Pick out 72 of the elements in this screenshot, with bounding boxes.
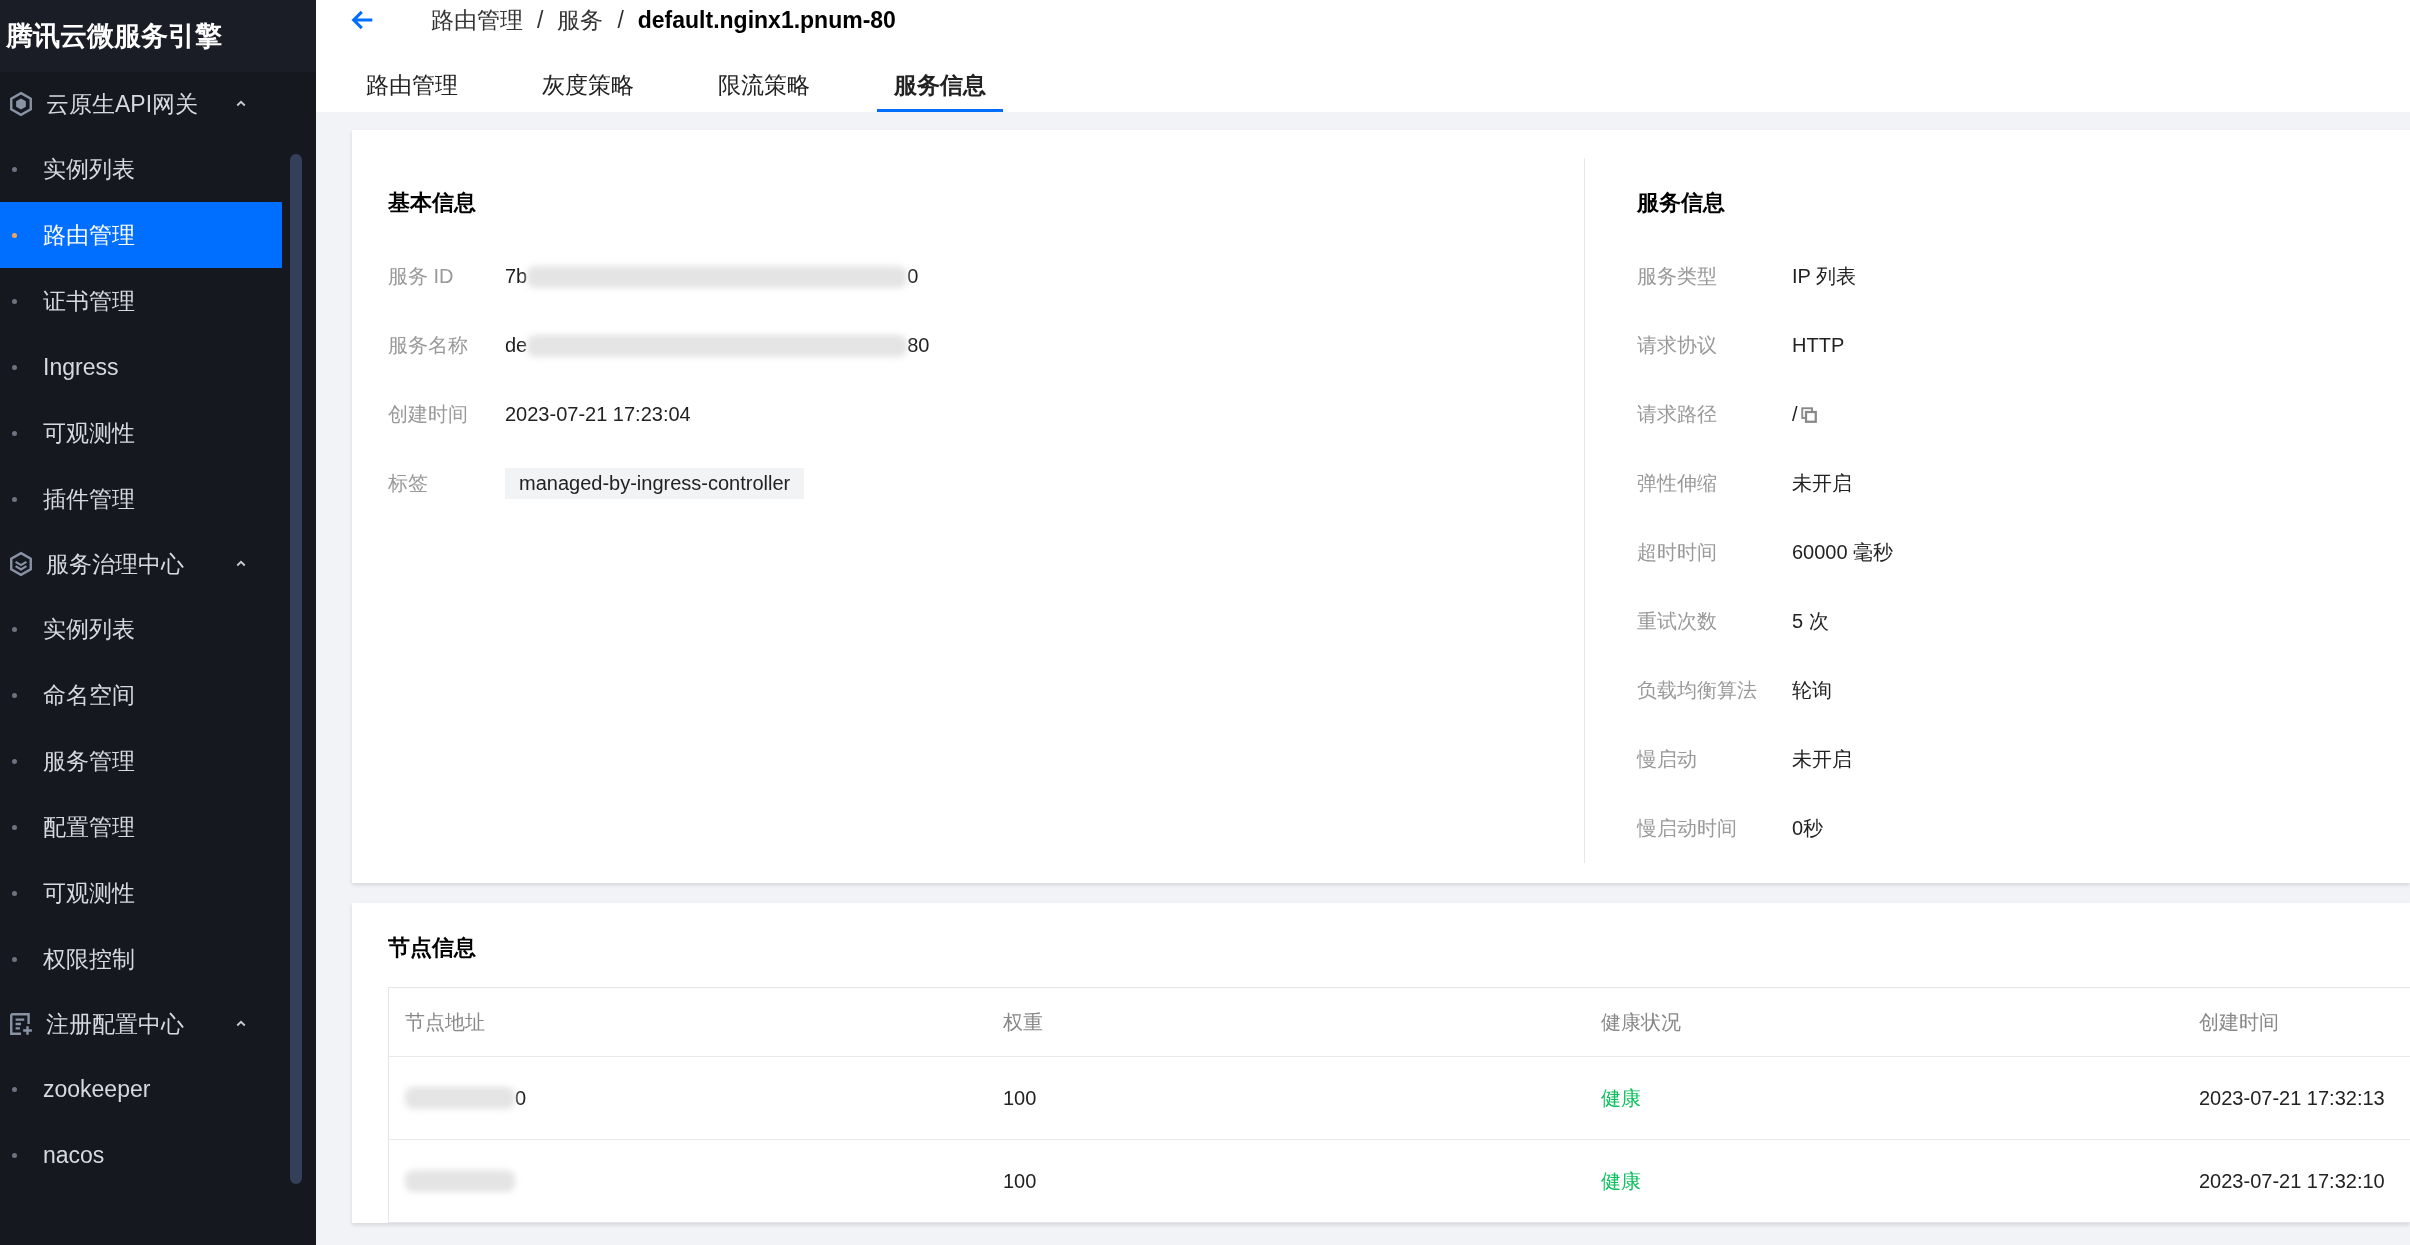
field-value: 未开启: [1792, 471, 1852, 496]
hexagon-icon: [8, 91, 34, 117]
menu-item[interactable]: 可观测性: [0, 400, 282, 466]
menu-group[interactable]: 服务治理中心: [0, 532, 282, 596]
field-value: 轮询: [1792, 678, 1832, 703]
list-add-icon: [8, 1011, 34, 1037]
app-title: 腾讯云微服务引擎: [6, 20, 222, 53]
copy-icon: [1799, 405, 1818, 424]
table-cell: 0: [389, 1086, 987, 1110]
menu-item[interactable]: 实例列表: [0, 596, 282, 662]
menu-item[interactable]: 命名空间: [0, 662, 282, 728]
menu-item[interactable]: 配置管理: [0, 794, 282, 860]
table-cell-text: 2023-07-21 17:32:13: [2198, 1086, 2386, 1110]
column-header: 健康状况: [1600, 1009, 1682, 1035]
breadcrumb-separator: /: [537, 6, 544, 34]
menu-item[interactable]: Ingress: [0, 334, 282, 400]
column-header: 节点地址: [404, 1009, 486, 1035]
field-label: 请求路径: [1637, 402, 1718, 427]
column-header: 权重: [1002, 1009, 1044, 1035]
field-value: IP 列表: [1792, 264, 1857, 289]
health-status: 健康: [1600, 1085, 1642, 1111]
field-label: 弹性伸缩: [1637, 471, 1718, 496]
tag: managed-by-ingress-controller: [505, 468, 805, 499]
table-cell-text: 100: [1002, 1086, 1038, 1110]
field-label: 服务类型: [1637, 264, 1718, 289]
breadcrumb-item[interactable]: 路由管理: [431, 4, 523, 36]
field-value: 5 次: [1792, 609, 1829, 634]
field-label: 标签: [388, 471, 429, 496]
tab[interactable]: 限流策略: [701, 70, 827, 112]
field-label: 慢启动: [1637, 747, 1698, 772]
section-title: 服务信息: [1637, 189, 1726, 217]
menu-item[interactable]: 可观测性: [0, 860, 282, 926]
menu-item[interactable]: nacos: [0, 1122, 282, 1188]
field-label: 超时时间: [1637, 540, 1718, 565]
field-value: 7b 0: [505, 265, 919, 288]
field-label: 请求协议: [1637, 333, 1718, 358]
field-value: 2023-07-21 17:23:04: [505, 403, 691, 426]
breadcrumb-item[interactable]: 服务: [557, 4, 604, 36]
tab[interactable]: 路由管理: [349, 70, 475, 112]
field-value: de 80: [505, 334, 930, 357]
field-value: /: [1792, 403, 1798, 426]
field-label: 负载均衡算法: [1637, 678, 1758, 703]
field-label: 服务 ID: [388, 264, 455, 289]
field-value: HTTP: [1792, 334, 1845, 357]
field-label: 重试次数: [1637, 609, 1718, 634]
section-title: 节点信息: [388, 934, 477, 962]
menu-group[interactable]: 云原生API网关: [0, 72, 282, 136]
tab[interactable]: 服务信息: [877, 70, 1003, 112]
section-title: 基本信息: [388, 189, 477, 217]
column-header: 创建时间: [2198, 1009, 2280, 1035]
field-label: 慢启动时间: [1637, 816, 1738, 841]
field-label: 服务名称: [388, 333, 469, 358]
breadcrumb-item: default.nginx1.pnum-80: [637, 6, 896, 34]
menu-item[interactable]: 服务管理: [0, 728, 282, 794]
menu-item[interactable]: 路由管理: [0, 202, 282, 268]
table-cell-text: 2023-07-21 17:32:10: [2198, 1169, 2386, 1193]
field-label: 创建时间: [388, 402, 469, 427]
menu-item[interactable]: 证书管理: [0, 268, 282, 334]
table-cell-text: 100: [1002, 1169, 1038, 1193]
tab[interactable]: 灰度策略: [525, 70, 651, 112]
menu-item[interactable]: 实例列表: [0, 136, 282, 202]
field-value: 0秒: [1792, 816, 1824, 841]
breadcrumb-separator: /: [617, 6, 624, 34]
field-value: 60000 毫秒: [1792, 540, 1894, 565]
menu-item[interactable]: 权限控制: [0, 926, 282, 992]
scrollbar[interactable]: [290, 154, 302, 1184]
field-value: 未开启: [1792, 747, 1852, 772]
cube-icon: [8, 551, 34, 577]
menu-group[interactable]: 注册配置中心: [0, 992, 282, 1056]
health-status: 健康: [1600, 1168, 1642, 1194]
menu-item[interactable]: 插件管理: [0, 466, 282, 532]
menu-item[interactable]: zookeeper: [0, 1056, 282, 1122]
